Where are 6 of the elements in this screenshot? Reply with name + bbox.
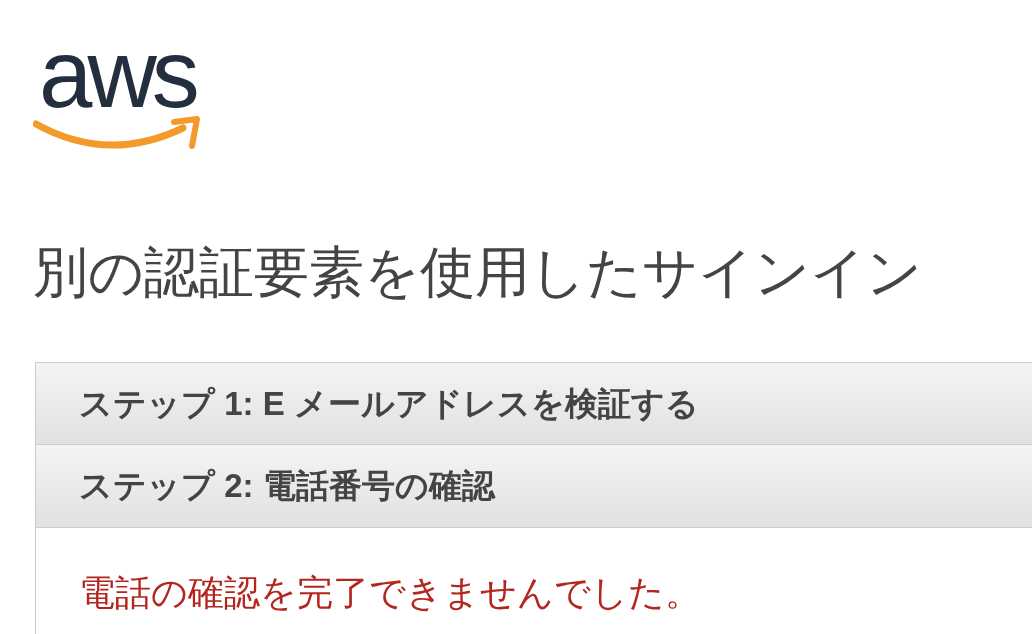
step-header: ステップ 1: E メールアドレスを検証する [35, 362, 1032, 445]
page-title: 別の認証要素を使用したサインイン [33, 245, 923, 300]
step-header: ステップ 2: 電話番号の確認 [35, 445, 1032, 528]
swoosh-arrow-icon [33, 116, 201, 150]
error-message: 電話の確認を完了できませんでした。 [79, 576, 702, 611]
logo-text: aws [38, 26, 195, 122]
